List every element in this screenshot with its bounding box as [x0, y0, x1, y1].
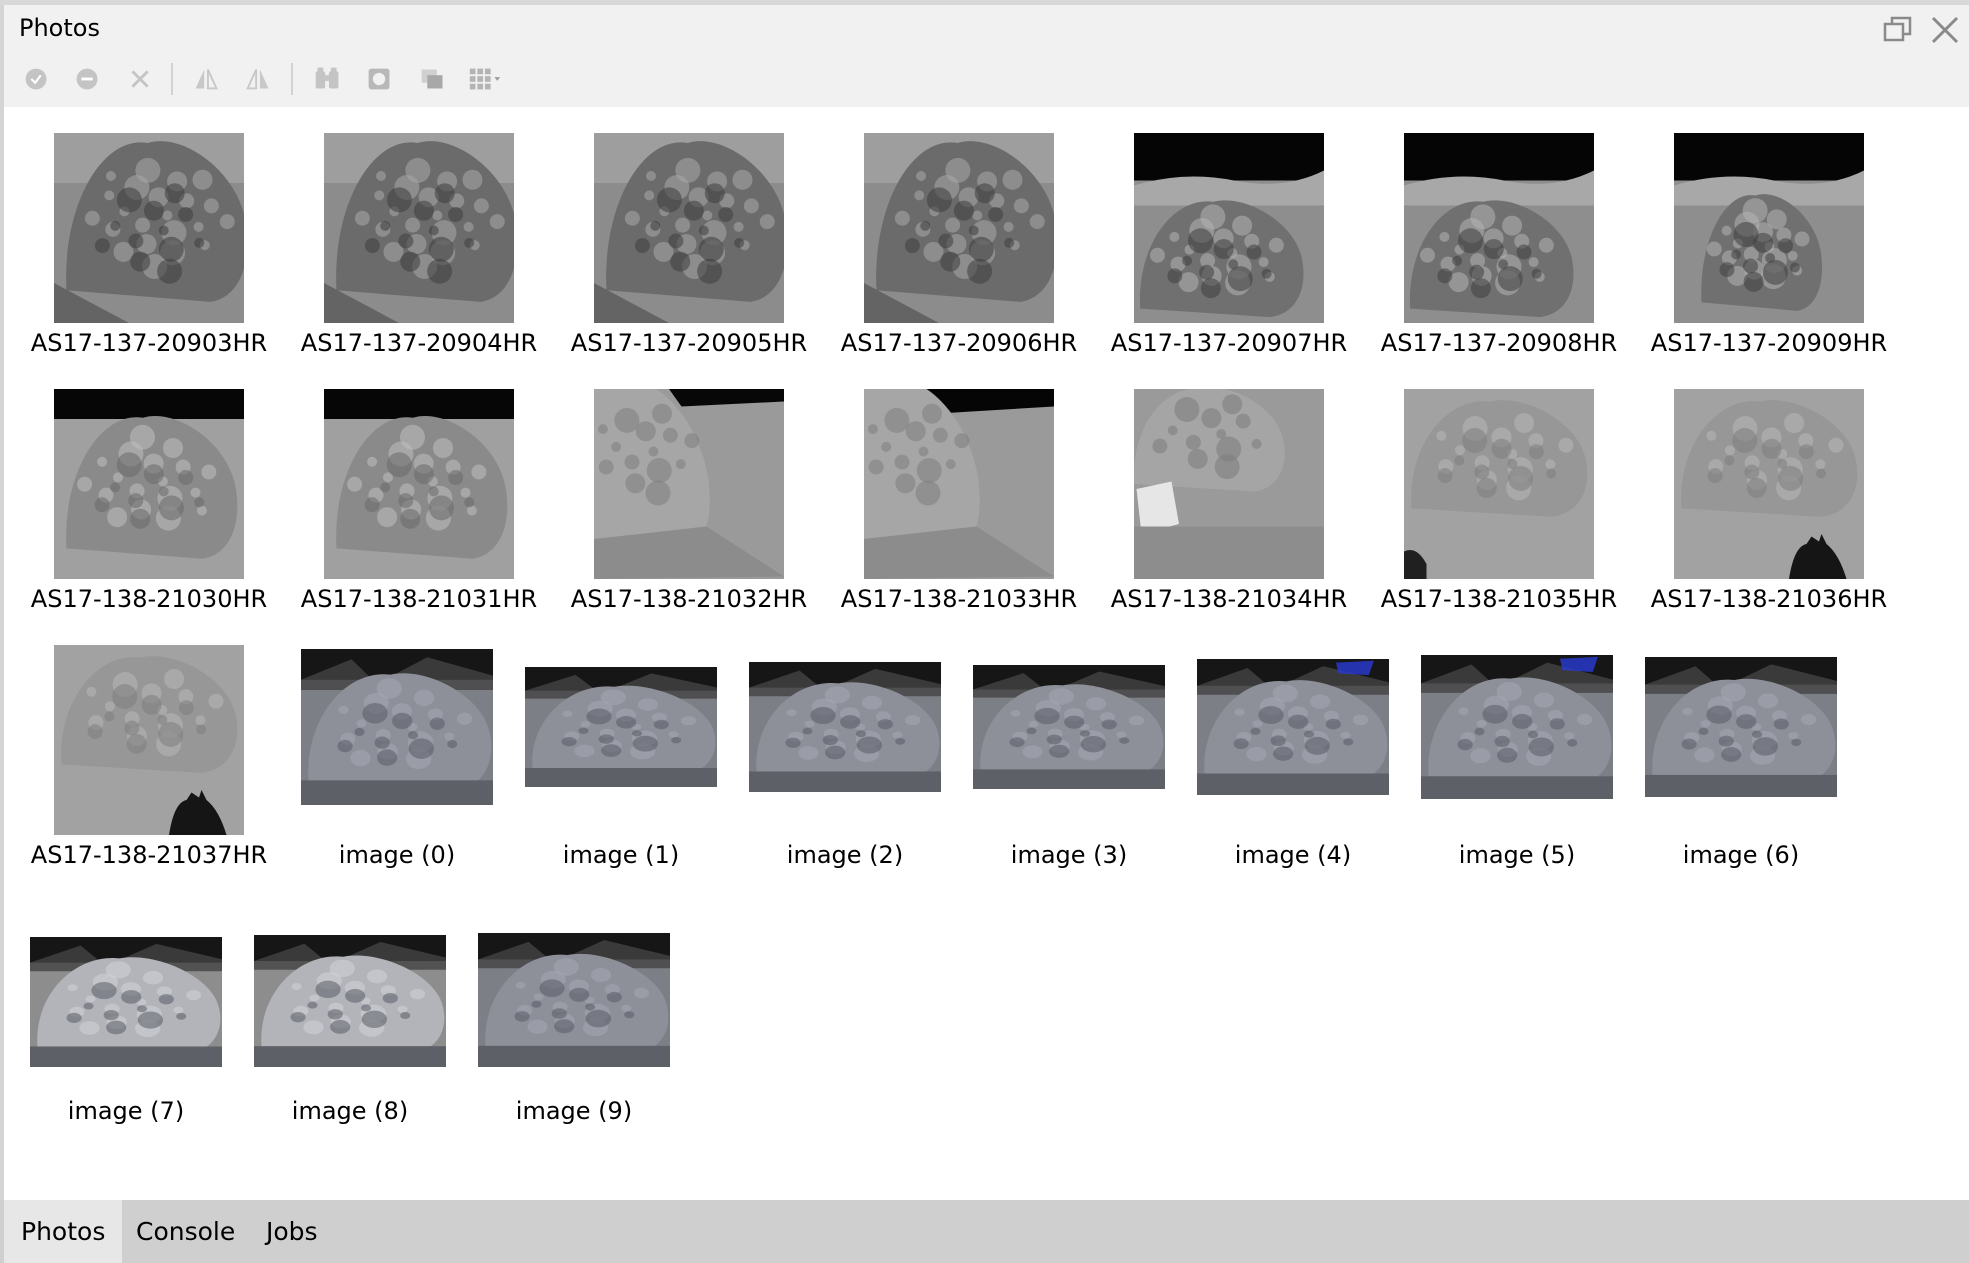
photo-tile[interactable]: AS17-137-20906HR	[824, 131, 1094, 357]
grid-view-icon[interactable]	[466, 61, 502, 97]
photo-caption: AS17-137-20904HR	[300, 329, 538, 357]
photo-tile[interactable]: AS17-138-21030HR	[14, 387, 284, 613]
photo-thumbnail[interactable]	[54, 133, 244, 323]
toolbar	[4, 53, 1969, 107]
tab-console[interactable]: Console	[119, 1200, 252, 1263]
photo-tile[interactable]: image (9)	[439, 899, 709, 1125]
reject-icon[interactable]	[70, 61, 106, 97]
photo-thumbnail[interactable]	[1404, 133, 1594, 323]
photo-tile[interactable]: AS17-137-20903HR	[14, 131, 284, 357]
photo-thumbnail[interactable]	[864, 389, 1054, 579]
flip-horizontal-icon[interactable]	[189, 61, 225, 97]
photo-tile[interactable]: AS17-138-21032HR	[554, 387, 824, 613]
photo-caption: image (9)	[515, 1097, 633, 1125]
photo-thumbnail[interactable]	[54, 389, 244, 579]
photo-thumbnail[interactable]	[254, 935, 446, 1067]
photo-thumbnail[interactable]	[1404, 389, 1594, 579]
photo-thumbnail[interactable]	[324, 133, 514, 323]
flip-vertical-icon[interactable]	[241, 61, 277, 97]
photo-thumbnail[interactable]	[1134, 389, 1324, 579]
photo-tile[interactable]: AS17-138-21037HR	[14, 643, 284, 869]
photo-caption: AS17-137-20907HR	[1110, 329, 1348, 357]
photo-caption: AS17-138-21035HR	[1380, 585, 1618, 613]
photo-thumbnail[interactable]	[1674, 389, 1864, 579]
tab-photos[interactable]: Photos	[4, 1200, 123, 1263]
photo-thumbnail[interactable]	[864, 133, 1054, 323]
photo-tile[interactable]: AS17-137-20907HR	[1094, 131, 1364, 357]
photo-thumbnail[interactable]	[1197, 659, 1389, 795]
photo-tile[interactable]: AS17-137-20904HR	[284, 131, 554, 357]
photo-caption: AS17-138-21031HR	[300, 585, 538, 613]
photo-tile[interactable]: image (6)	[1606, 643, 1876, 869]
title-bar: Photos	[4, 5, 1969, 53]
photo-thumbnail[interactable]	[324, 389, 514, 579]
photo-tile[interactable]: AS17-137-20905HR	[554, 131, 824, 357]
remove-icon[interactable]	[123, 61, 159, 97]
accept-icon[interactable]	[19, 61, 55, 97]
photo-caption: AS17-137-20906HR	[840, 329, 1078, 357]
photo-thumbnail[interactable]	[594, 133, 784, 323]
window-title: Photos	[19, 14, 100, 42]
photo-thumbnail[interactable]	[30, 937, 222, 1067]
photo-thumbnail[interactable]	[1134, 133, 1324, 323]
photo-caption: AS17-137-20903HR	[30, 329, 268, 357]
photo-thumbnail[interactable]	[594, 389, 784, 579]
tab-jobs[interactable]: Jobs	[249, 1200, 335, 1263]
photo-thumbnail[interactable]	[1645, 657, 1837, 797]
photo-thumbnail[interactable]	[525, 667, 717, 787]
photo-caption: AS17-138-21037HR	[30, 841, 268, 869]
photo-caption: AS17-138-21036HR	[1650, 585, 1888, 613]
photo-thumbnail[interactable]	[973, 665, 1165, 789]
photo-caption: AS17-138-21034HR	[1110, 585, 1348, 613]
photo-tile[interactable]: AS17-138-21034HR	[1094, 387, 1364, 613]
photo-tile[interactable]: AS17-137-20909HR	[1634, 131, 1904, 357]
overlap-icon[interactable]	[415, 61, 451, 97]
photo-thumbnail[interactable]	[1421, 655, 1613, 799]
photo-caption: AS17-138-21032HR	[570, 585, 808, 613]
restore-icon[interactable]	[1881, 13, 1915, 47]
photo-tile[interactable]: AS17-138-21035HR	[1364, 387, 1634, 613]
photo-thumbnail[interactable]	[54, 645, 244, 835]
photo-tile[interactable]: AS17-137-20908HR	[1364, 131, 1634, 357]
close-icon[interactable]	[1928, 13, 1962, 47]
photo-thumbnail[interactable]	[749, 662, 941, 792]
toolbar-separator	[171, 63, 173, 95]
photo-caption: image (6)	[1682, 841, 1800, 869]
photo-caption: AS17-137-20908HR	[1380, 329, 1618, 357]
photo-thumbnail[interactable]	[1674, 133, 1864, 323]
photo-thumbnail[interactable]	[301, 649, 493, 805]
binoculars-icon[interactable]	[310, 61, 346, 97]
photo-caption: AS17-137-20905HR	[570, 329, 808, 357]
photo-tile[interactable]: AS17-138-21031HR	[284, 387, 554, 613]
photo-caption: AS17-138-21030HR	[30, 585, 268, 613]
photo-tile[interactable]: AS17-138-21036HR	[1634, 387, 1904, 613]
photo-caption: AS17-138-21033HR	[840, 585, 1078, 613]
mask-icon[interactable]	[362, 61, 398, 97]
photo-thumbnail[interactable]	[478, 933, 670, 1067]
bottom-tab-bar: Photos Console Jobs	[0, 1200, 1969, 1263]
toolbar-separator	[291, 63, 293, 95]
photo-tile[interactable]: AS17-138-21033HR	[824, 387, 1094, 613]
photo-caption: AS17-137-20909HR	[1650, 329, 1888, 357]
